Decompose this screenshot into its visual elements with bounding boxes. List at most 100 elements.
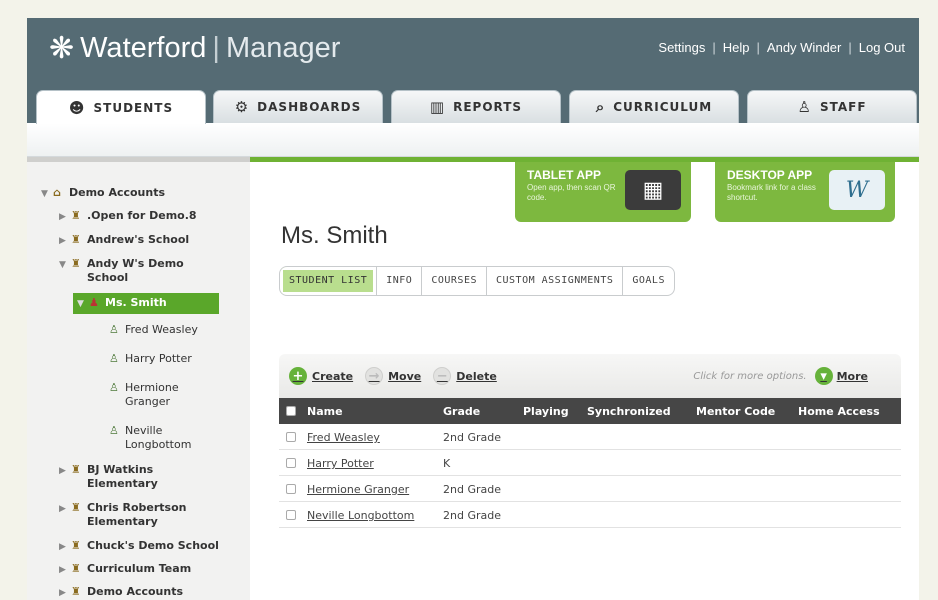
student-icon: ♙ (109, 424, 119, 437)
student-grade: 2nd Grade (443, 483, 501, 496)
subtab-student-list[interactable]: STUDENT LIST (280, 267, 378, 295)
tablet-app-promo[interactable]: TABLET APP Open app, then scan QR code. … (515, 162, 691, 222)
tab-students[interactable]: ☻ STUDENTS (36, 90, 206, 124)
chevron-right-icon[interactable]: ▶ (59, 586, 71, 600)
tree-node[interactable]: ▼ ♜ Andy W's Demo School (59, 257, 189, 285)
tree-student[interactable]: ♙ Neville Longbottom (109, 424, 205, 452)
student-icon: ☻ (68, 98, 86, 117)
student-table: Name Grade Playing Synchronized Mentor C… (279, 398, 901, 528)
subtab-custom-assignments[interactable]: CUSTOM ASSIGNMENTS (487, 267, 624, 295)
tree-node-selected[interactable]: ▼ ♟ Ms. Smith (73, 293, 219, 314)
col-grade[interactable]: Grade (443, 405, 480, 418)
student-name-link[interactable]: Fred Weasley (307, 431, 380, 444)
main-content: TABLET APP Open app, then scan QR code. … (250, 162, 919, 600)
table-row[interactable]: Harry Potter K (279, 450, 901, 476)
school-icon: ♜ (71, 209, 81, 222)
tree-node[interactable]: ▶ ♜ BJ Watkins Elementary (59, 463, 177, 491)
select-all-checkbox[interactable] (286, 406, 296, 416)
tablet-qr-icon: ▦ (625, 170, 681, 210)
class-icon: ♟ (89, 296, 99, 309)
move-icon: → (365, 367, 384, 385)
chevron-down-icon[interactable]: ▼ (77, 297, 89, 311)
list-toolbar: + Create → Move − Delete Click for more … (279, 354, 901, 398)
student-icon: ♙ (109, 381, 119, 394)
chevron-right-icon[interactable]: ▶ (59, 540, 71, 554)
magnifier-icon: ⌕ (595, 98, 606, 116)
app-window: ❋ Waterford | Manager Settings | Help | … (27, 18, 919, 600)
product-name: Manager (225, 32, 341, 64)
tab-content-bar (27, 123, 919, 157)
tab-curriculum[interactable]: ⌕ CURRICULUM (569, 90, 739, 123)
student-name-link[interactable]: Neville Longbottom (307, 509, 414, 522)
school-icon: ♜ (71, 257, 81, 270)
student-icon: ♙ (109, 352, 119, 365)
chevron-down-icon[interactable]: ▼ (59, 258, 71, 272)
tree-student[interactable]: ♙ Fred Weasley (109, 323, 198, 337)
col-home-access[interactable]: Home Access (798, 405, 880, 418)
minus-icon: − (433, 367, 452, 385)
chevron-right-icon[interactable]: ▶ (59, 563, 71, 577)
settings-link[interactable]: Settings (658, 40, 705, 55)
student-grade: 2nd Grade (443, 509, 501, 522)
logout-link[interactable]: Log Out (859, 40, 905, 55)
bar-chart-icon: ▥ (429, 98, 446, 116)
toolbar-hint: Click for more options. (693, 370, 807, 382)
tree-node[interactable]: ▶ ♜ Chuck's Demo School (59, 539, 219, 554)
student-name-link[interactable]: Hermione Granger (307, 483, 409, 496)
subtab-info[interactable]: INFO (377, 267, 423, 295)
user-name-link[interactable]: Andy Winder (767, 40, 841, 55)
school-icon: ♜ (71, 585, 81, 598)
tab-dashboards[interactable]: ⚙ DASHBOARDS (213, 90, 383, 123)
tree-node[interactable]: ▶ ♜ Curriculum Team (59, 562, 191, 577)
tab-staff[interactable]: ♙ STAFF (747, 90, 917, 123)
class-subtabs: STUDENT LIST INFO COURSES CUSTOM ASSIGNM… (279, 266, 675, 296)
col-mentor-code[interactable]: Mentor Code (696, 405, 775, 418)
tab-reports[interactable]: ▥ REPORTS (391, 90, 561, 123)
staff-icon: ♙ (797, 98, 812, 116)
school-icon: ♜ (71, 562, 81, 575)
chevron-right-icon[interactable]: ▶ (59, 464, 71, 478)
chevron-right-icon[interactable]: ▶ (59, 234, 71, 248)
plus-icon: + (289, 367, 307, 385)
logo-divider: | (212, 32, 220, 64)
col-playing[interactable]: Playing (523, 405, 569, 418)
tree-node[interactable]: ▶ ♜ Demo Accounts (59, 585, 183, 600)
help-link[interactable]: Help (723, 40, 750, 55)
chevron-right-icon[interactable]: ▶ (59, 210, 71, 224)
table-row[interactable]: Hermione Granger 2nd Grade (279, 476, 901, 502)
student-grade: 2nd Grade (443, 431, 501, 444)
chevron-down-icon[interactable]: ▼ (41, 187, 53, 201)
row-checkbox[interactable] (286, 432, 296, 442)
tree-node[interactable]: ▶ ♜ .Open for Demo.8 (59, 209, 197, 224)
table-header: Name Grade Playing Synchronized Mentor C… (279, 398, 901, 424)
row-checkbox[interactable] (286, 510, 296, 520)
col-name[interactable]: Name (307, 405, 343, 418)
dashboard-icon: ⚙ (234, 98, 250, 116)
row-checkbox[interactable] (286, 484, 296, 494)
student-name-link[interactable]: Harry Potter (307, 457, 374, 470)
desktop-app-promo[interactable]: DESKTOP APP Bookmark link for a class sh… (715, 162, 895, 222)
logo: ❋ Waterford | Manager (49, 31, 340, 66)
school-icon: ♜ (71, 539, 81, 552)
table-row[interactable]: Neville Longbottom 2nd Grade (279, 502, 901, 528)
student-grade: K (443, 457, 451, 470)
building-icon: ⌂ (53, 186, 61, 199)
tree-student[interactable]: ♙ Harry Potter (109, 352, 192, 366)
table-row[interactable]: Fred Weasley 2nd Grade (279, 424, 901, 450)
school-icon: ♜ (71, 501, 81, 514)
row-checkbox[interactable] (286, 458, 296, 468)
subtab-goals[interactable]: GOALS (623, 267, 674, 295)
snowflake-logo-icon: ❋ (49, 32, 75, 65)
col-synchronized[interactable]: Synchronized (587, 405, 671, 418)
waterford-w-icon: W (829, 170, 885, 210)
create-button[interactable]: + Create (289, 367, 353, 385)
tree-root[interactable]: ▼ ⌂ Demo Accounts (41, 186, 165, 201)
tree-node[interactable]: ▶ ♜ Chris Robertson Elementary (59, 501, 197, 529)
subtab-courses[interactable]: COURSES (422, 267, 487, 295)
tree-student[interactable]: ♙ Hermione Granger (109, 381, 195, 409)
more-button[interactable]: ▾ More (814, 367, 868, 385)
tree-node[interactable]: ▶ ♜ Andrew's School (59, 233, 189, 248)
chevron-right-icon[interactable]: ▶ (59, 502, 71, 516)
move-button[interactable]: → Move (365, 367, 421, 385)
delete-button[interactable]: − Delete (433, 367, 497, 385)
